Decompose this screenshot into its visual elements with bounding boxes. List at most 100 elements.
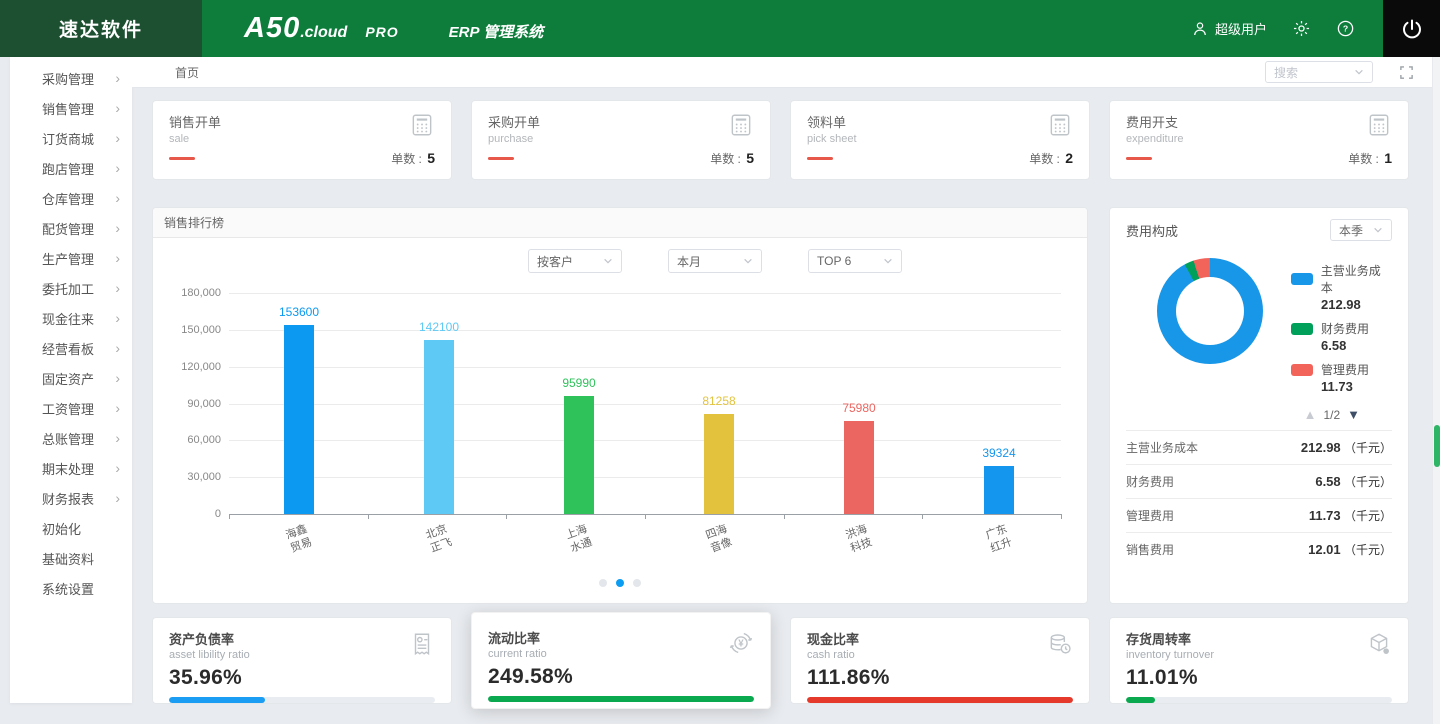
- ratio-card[interactable]: 现金比率 cash ratio 111.86%: [790, 617, 1090, 704]
- bar[interactable]: [844, 421, 874, 514]
- chevron-right-icon: ›: [115, 341, 120, 355]
- bar[interactable]: [704, 414, 734, 514]
- bar[interactable]: [984, 466, 1014, 514]
- gridline: [229, 477, 1061, 478]
- chevron-right-icon: ›: [115, 491, 120, 505]
- ratio-value: 249.58%: [488, 665, 754, 689]
- help-icon[interactable]: ?: [1336, 19, 1355, 38]
- bar-value-label: 75980: [842, 401, 875, 415]
- legend-item[interactable]: 主营业务成本 212.98: [1291, 262, 1392, 312]
- coins-icon: [1047, 631, 1073, 662]
- bar[interactable]: [424, 340, 454, 515]
- ratio-card[interactable]: 资产负债率 asset libility ratio 35.96%: [152, 617, 452, 704]
- pager-up-icon[interactable]: ▲: [1304, 407, 1317, 422]
- pager-down-icon[interactable]: ▼: [1347, 407, 1360, 422]
- progress-fill: [488, 696, 754, 702]
- sidebar-item[interactable]: 仓库管理 ›: [10, 183, 132, 213]
- stat-count: 单数 : 2: [1029, 150, 1073, 167]
- sidebar-item[interactable]: 基础资料: [10, 543, 132, 573]
- stat-card[interactable]: 领料单 pick sheet 单数 : 2: [790, 100, 1090, 180]
- sidebar-item[interactable]: 工资管理 ›: [10, 393, 132, 423]
- filter-select[interactable]: 本月: [668, 249, 762, 273]
- legend-pager: ▲ 1/2 ▼: [1126, 407, 1392, 422]
- calculator-icon: [1366, 112, 1392, 145]
- sidebar-item[interactable]: 现金往来 ›: [10, 303, 132, 333]
- stat-card[interactable]: 采购开单 purchase 单数 : 5: [471, 100, 771, 180]
- sidebar-item[interactable]: 经营看板 ›: [10, 333, 132, 363]
- sidebar-item[interactable]: 系统设置: [10, 573, 132, 603]
- svg-text:?: ?: [1343, 24, 1348, 34]
- search-placeholder: 搜索: [1274, 64, 1298, 81]
- x-axis-category-label: 广东红升: [984, 522, 1014, 556]
- legend-value: 6.58: [1321, 338, 1392, 353]
- product-edition: PRO: [365, 24, 398, 40]
- sidebar-item-label: 跑店管理: [42, 159, 94, 178]
- sidebar-item[interactable]: 订货商城 ›: [10, 123, 132, 153]
- legend-item[interactable]: 财务费用 6.58: [1291, 320, 1392, 353]
- gear-icon[interactable]: [1292, 19, 1311, 38]
- search-select[interactable]: 搜索: [1265, 61, 1373, 83]
- legend-label: 主营业务成本: [1321, 262, 1392, 296]
- ratio-card-subtitle: current ratio: [488, 648, 754, 660]
- expense-row-value: 12.01 （千元）: [1308, 541, 1392, 558]
- filter-value: 按客户: [537, 253, 573, 270]
- user-menu[interactable]: 超级用户: [1191, 19, 1267, 38]
- ratio-card[interactable]: 流动比率 current ratio ¥ 249.58%: [471, 612, 771, 709]
- scrollbar[interactable]: [1432, 57, 1440, 724]
- receipt-icon: [409, 631, 435, 662]
- sidebar-item[interactable]: 期末处理 ›: [10, 453, 132, 483]
- stat-card[interactable]: 费用开支 expenditure 单数 : 1: [1109, 100, 1409, 180]
- sidebar-item[interactable]: 采购管理 ›: [10, 63, 132, 93]
- sidebar-item[interactable]: 配货管理 ›: [10, 213, 132, 243]
- expense-header: 费用构成 本季: [1126, 219, 1392, 241]
- filter-select[interactable]: TOP 6: [808, 249, 902, 273]
- fullscreen-icon[interactable]: [1399, 65, 1414, 80]
- expense-row-label: 主营业务成本: [1126, 439, 1198, 456]
- bar[interactable]: [564, 396, 594, 514]
- calculator-icon: [728, 112, 754, 145]
- stat-card-title: 领料单: [807, 112, 857, 131]
- legend-item[interactable]: 管理费用 11.73: [1291, 361, 1392, 394]
- sidebar-item[interactable]: 生产管理 ›: [10, 243, 132, 273]
- carousel-dot[interactable]: [616, 579, 624, 587]
- stat-card-title: 销售开单: [169, 112, 221, 131]
- stat-card[interactable]: 销售开单 sale 单数 : 5: [152, 100, 452, 180]
- gridline: [229, 330, 1061, 331]
- sidebar-item[interactable]: 委托加工 ›: [10, 273, 132, 303]
- sidebar-item[interactable]: 初始化: [10, 513, 132, 543]
- stat-card-subtitle: purchase: [488, 133, 540, 145]
- stat-card-title: 采购开单: [488, 112, 540, 131]
- y-axis-label: 150,000: [159, 324, 221, 336]
- sidebar-item-label: 财务报表: [42, 489, 94, 508]
- carousel-dot[interactable]: [633, 579, 641, 587]
- expense-row-label: 销售费用: [1126, 541, 1174, 558]
- sidebar-item[interactable]: 固定资产 ›: [10, 363, 132, 393]
- filter-select[interactable]: 按客户: [528, 249, 622, 273]
- sidebar-item[interactable]: 总账管理 ›: [10, 423, 132, 453]
- period-select[interactable]: 本季: [1330, 219, 1392, 241]
- sidebar-item[interactable]: 财务报表 ›: [10, 483, 132, 513]
- chevron-right-icon: ›: [115, 161, 120, 175]
- legend-swatch: [1291, 364, 1313, 376]
- y-axis-label: 120,000: [159, 361, 221, 373]
- ratio-value: 11.01%: [1126, 666, 1392, 690]
- accent-dash: [807, 157, 833, 160]
- sidebar-item[interactable]: 销售管理 ›: [10, 93, 132, 123]
- sidebar-item[interactable]: 跑店管理 ›: [10, 153, 132, 183]
- carousel-dot[interactable]: [599, 579, 607, 587]
- scrollbar-thumb[interactable]: [1434, 425, 1440, 467]
- bar[interactable]: [284, 325, 314, 514]
- sidebar-item-label: 销售管理: [42, 99, 94, 118]
- expense-row-value: 212.98 （千元）: [1301, 439, 1392, 456]
- power-button[interactable]: [1383, 0, 1440, 57]
- breadcrumb[interactable]: 首页: [175, 64, 199, 81]
- logo: 速达软件: [0, 0, 202, 57]
- user-icon: [1191, 20, 1209, 38]
- ratio-card[interactable]: 存货周转率 inventory turnover 11.01%: [1109, 617, 1409, 704]
- ratio-value: 111.86%: [807, 666, 1073, 690]
- pager-label: 1/2: [1323, 408, 1340, 422]
- content-area: 首页 搜索 销售开单 sale 单数 : 5: [132, 57, 1440, 724]
- accent-dash: [169, 157, 195, 160]
- sidebar-item-label: 固定资产: [42, 369, 94, 388]
- ratio-value: 35.96%: [169, 666, 435, 690]
